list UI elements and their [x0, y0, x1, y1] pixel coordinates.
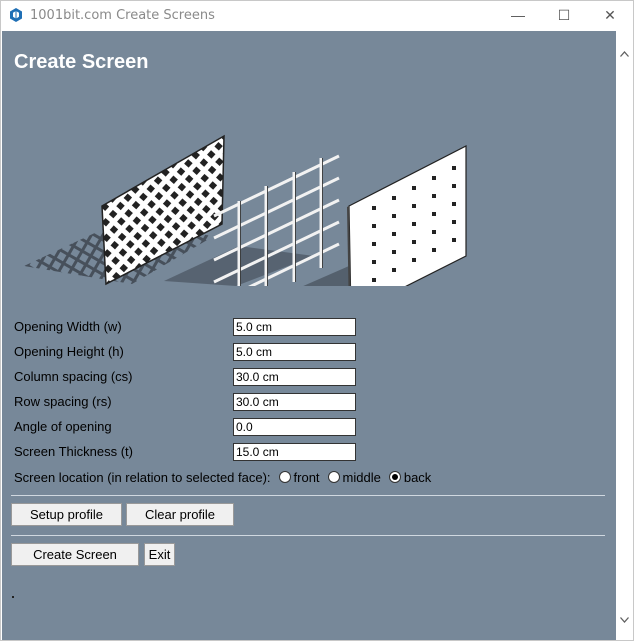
create-screen-button[interactable]: Create Screen [11, 543, 139, 566]
radio-middle[interactable] [327, 471, 340, 483]
row-spacing-input[interactable]: 30.0 cm [233, 392, 356, 411]
window-title: 1001bit.com Create Screens [30, 7, 215, 23]
screen-thickness-input[interactable]: 15.0 cm [233, 442, 356, 461]
close-button[interactable]: ✕ [587, 1, 633, 29]
angle-of-opening-label: Angle of opening [14, 419, 112, 434]
close-icon: ✕ [604, 6, 616, 23]
radio-middle-label[interactable]: middle [343, 470, 381, 485]
opening-width-label: Opening Width (w) [14, 319, 122, 334]
form-row-column-spacing: Column spacing (cs) 30.0 cm [14, 367, 356, 386]
opening-width-input[interactable]: 5.0 cm [233, 317, 356, 336]
form-row-opening-width: Opening Width (w) 5.0 cm [14, 317, 356, 336]
clear-profile-button[interactable]: Clear profile [126, 503, 234, 526]
vertical-scrollbar[interactable] [616, 31, 633, 640]
sketchup-cube-icon [10, 8, 22, 22]
minimize-button[interactable]: — [495, 1, 541, 29]
form-row-angle-of-opening: Angle of opening 0.0 [14, 417, 356, 436]
window-controls: — ☐ ✕ [495, 1, 633, 29]
app-window: 1001bit.com Create Screens — ☐ ✕ Create … [0, 0, 634, 641]
form-row-row-spacing: Row spacing (rs) 30.0 cm [14, 392, 356, 411]
minimize-icon: — [511, 7, 525, 23]
angle-of-opening-input[interactable]: 0.0 [233, 417, 356, 436]
radio-back-label[interactable]: back [404, 470, 431, 485]
chevron-up-icon[interactable] [616, 45, 633, 62]
panel-shadow [303, 266, 354, 286]
setup-profile-button[interactable]: Setup profile [11, 503, 122, 526]
maximize-button[interactable]: ☐ [541, 1, 587, 29]
radio-front[interactable] [278, 471, 291, 483]
perforated-panel [348, 145, 467, 286]
screen-thickness-label: Screen Thickness (t) [14, 444, 133, 459]
stray-dot [12, 596, 14, 598]
page-title: Create Screen [14, 51, 149, 73]
chevron-down-icon[interactable] [616, 611, 633, 628]
opening-height-label: Opening Height (h) [14, 344, 124, 359]
divider-bottom [11, 535, 605, 536]
screen-types-illustration [24, 134, 467, 286]
form-row-screen-thickness: Screen Thickness (t) 15.0 cm [14, 442, 356, 461]
form-row-opening-height: Opening Height (h) 5.0 cm [14, 342, 356, 361]
column-spacing-label: Column spacing (cs) [14, 369, 133, 384]
opening-height-input[interactable]: 5.0 cm [233, 342, 356, 361]
screen-location-group: Screen location (in relation to selected… [14, 468, 431, 486]
screen-location-label: Screen location (in relation to selected… [14, 469, 271, 485]
row-spacing-label: Row spacing (rs) [14, 394, 112, 409]
title-bar[interactable]: 1001bit.com Create Screens — ☐ ✕ [1, 1, 633, 29]
divider-top [11, 495, 605, 496]
radio-back[interactable] [388, 471, 401, 483]
column-spacing-input[interactable]: 30.0 cm [233, 367, 356, 386]
radio-front-label[interactable]: front [294, 470, 320, 485]
exit-button[interactable]: Exit [144, 543, 175, 566]
maximize-icon: ☐ [557, 6, 571, 23]
dialog-content: Create Screen Opening Width (w) 5.0 cm O… [2, 31, 616, 640]
